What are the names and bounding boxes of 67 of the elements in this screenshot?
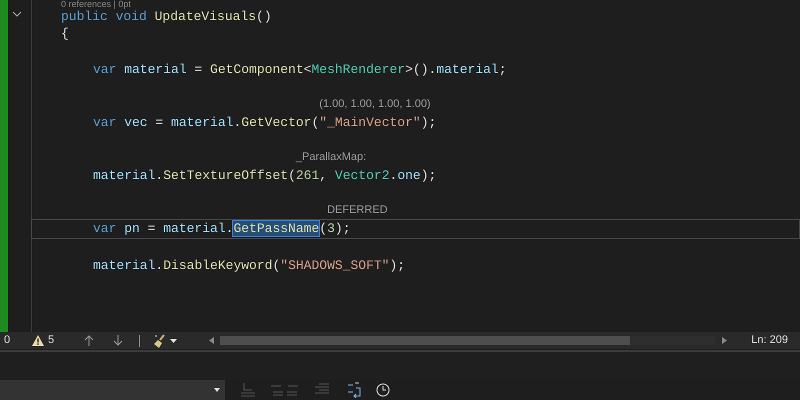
code-token: GetComponent: [210, 62, 304, 77]
codelens-text[interactable]: 0 references | 0pt: [61, 0, 131, 9]
code-token: material: [123, 62, 187, 77]
scroll-right-icon[interactable]: [722, 337, 727, 344]
code-token: material: [436, 62, 499, 77]
word-wrap-icon[interactable]: [346, 382, 362, 398]
up-arrow-icon[interactable]: [84, 335, 94, 346]
inlay-hint: _ParallaxMap:: [296, 150, 366, 165]
code-token: var: [93, 115, 116, 130]
code-token: ;: [498, 62, 507, 77]
code-token: material: [93, 258, 156, 273]
code-token: >().: [405, 62, 436, 77]
scroll-left-icon[interactable]: [209, 337, 214, 344]
code-token: );: [389, 258, 406, 273]
code-token: Vector2: [334, 168, 390, 183]
code-token: =: [154, 115, 164, 130]
horizontal-scrollbar[interactable]: [220, 336, 715, 345]
code-token: one: [397, 168, 421, 183]
code-token: material: [93, 168, 156, 183]
code-token: );: [420, 115, 436, 130]
code-token: material: [163, 221, 226, 236]
code-token: DisableKeyword: [163, 258, 272, 273]
code-token: );: [420, 168, 436, 183]
code-token: 261: [296, 168, 320, 183]
code-token: {: [61, 26, 69, 41]
inlay-hint: (1.00, 1.00, 1.00, 1.00): [319, 97, 431, 112]
code-token: "SHADOWS_SOFT": [280, 258, 390, 273]
code-token: vec: [123, 115, 148, 130]
code-token: =: [193, 62, 204, 77]
code-token: var: [93, 221, 116, 236]
caret-icon[interactable]: [170, 338, 177, 342]
code-token: =: [146, 221, 156, 236]
error-count[interactable]: 0: [4, 332, 32, 349]
code-token: SetTextureOffset: [163, 168, 288, 183]
code-token: MeshRenderer: [311, 62, 406, 77]
code-token: public: [61, 9, 108, 24]
brush-icon[interactable]: [153, 334, 167, 348]
caret-icon: [214, 388, 220, 392]
down-arrow-icon[interactable]: [113, 335, 123, 346]
code-token: .: [390, 168, 398, 183]
code-token: <: [304, 62, 312, 77]
code-token: void: [114, 9, 147, 24]
code-token: (: [272, 258, 280, 273]
inlay-hint: DEFERRED: [327, 203, 388, 218]
code-token: .: [233, 115, 242, 130]
code-token: GetVector: [241, 115, 312, 130]
code-token: "_MainVector": [319, 115, 421, 130]
clock-icon[interactable]: [376, 383, 390, 397]
code-token: (: [288, 168, 296, 183]
code-token: (): [256, 9, 272, 24]
code-token: var: [93, 62, 116, 77]
line-number-indicator[interactable]: Ln: 209: [751, 332, 788, 349]
code-token: .: [155, 258, 164, 273]
code-token: UpdateVisuals: [154, 9, 256, 24]
code-token: (: [319, 221, 328, 236]
code-token: pn: [123, 221, 140, 236]
warning-icon[interactable]: [32, 335, 44, 346]
code-token: 3: [327, 221, 335, 236]
code-token: .: [226, 221, 234, 236]
dropdown-field[interactable]: [0, 380, 225, 400]
code-token: ,: [319, 168, 328, 183]
code-token: (: [311, 115, 320, 130]
code-token: material: [171, 115, 234, 130]
code-token: .: [155, 168, 164, 183]
warning-count[interactable]: 5: [48, 332, 78, 349]
code-token: );: [334, 221, 351, 236]
code-token: GetPassName: [233, 221, 320, 236]
